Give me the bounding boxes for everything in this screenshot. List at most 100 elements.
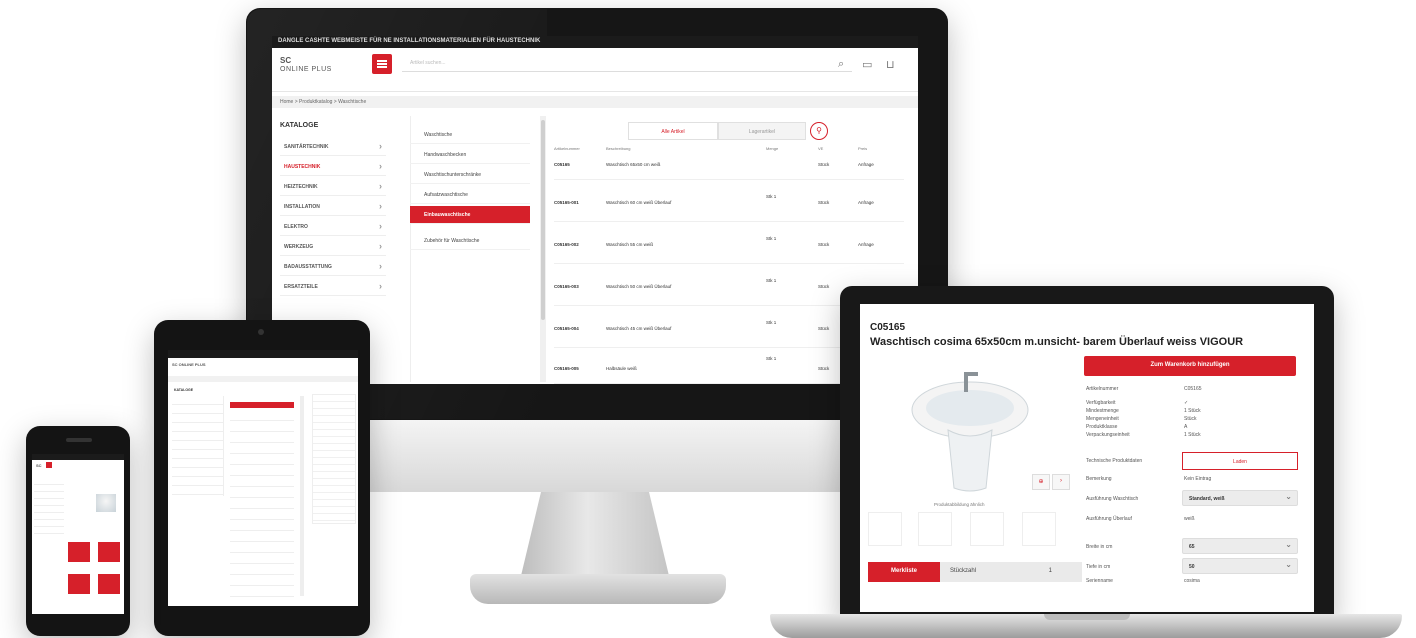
spec-value: A (1184, 424, 1188, 430)
cell-article-number: C05165-003 (554, 284, 579, 289)
table-row[interactable]: C05165-002 Waschtisch 55 cm weiß Stk 1 S… (554, 222, 904, 264)
tab-stock-items[interactable]: Lagerartikel (718, 122, 806, 140)
thumbnail[interactable] (1022, 512, 1056, 546)
cell-quantity[interactable]: Stk 1 (766, 236, 776, 241)
load-product-data-button[interactable]: Laden (1182, 452, 1298, 470)
spec-label: Artikelnummer (1086, 386, 1119, 392)
sidebar-item[interactable]: HAUSTECHNIK (280, 158, 386, 176)
thumbnail[interactable] (970, 512, 1004, 546)
depth-select[interactable]: 50 (1182, 558, 1298, 574)
sidebar-item[interactable]: INSTALLATION (280, 198, 386, 216)
table-row[interactable]: C05165 Waschtisch 65x50 cm weiß Stück An… (554, 154, 904, 180)
table-row[interactable]: C05165-001 Waschtisch 60 cm weiß Überlau… (554, 180, 904, 222)
column-header[interactable]: Preis (858, 146, 867, 151)
select-label: Ausführung Waschtisch (1086, 496, 1139, 502)
select-label: Ausführung Überlauf (1086, 516, 1132, 522)
next-image-button[interactable]: › (1052, 474, 1070, 490)
monitor-stand-foot (470, 574, 726, 604)
column-header[interactable]: Beschreibung (606, 146, 630, 151)
cell-quantity[interactable]: Stk 1 (766, 320, 776, 325)
sidebar-item[interactable]: SANITÄRTECHNIK (280, 138, 386, 156)
cell-price: Anfrage (858, 242, 874, 247)
product-code: C05165 (870, 322, 906, 333)
tablet-logo[interactable]: SC ONLINE PLUS (172, 362, 206, 367)
phone-tile[interactable] (68, 542, 90, 562)
select-value: weiß (1184, 516, 1195, 522)
phone-logo[interactable]: SC (36, 463, 42, 468)
sidebar-item[interactable]: ELEKTRO (280, 218, 386, 236)
cell-price: Anfrage (858, 200, 874, 205)
wishlist-button[interactable]: Merkliste (868, 562, 940, 582)
menu-button[interactable] (372, 54, 392, 74)
select-label: Breite in cm (1086, 544, 1113, 550)
series-value: cosima (1184, 578, 1200, 584)
quantity-field[interactable]: Stückzahl 1 (940, 562, 1082, 582)
tablet-breadcrumb (168, 376, 358, 382)
sidebar-item[interactable]: HEIZTECHNIK (280, 178, 386, 196)
filter-icon[interactable]: ⚲ (810, 122, 828, 140)
cell-unit: Stück (818, 366, 830, 371)
phone-product-image (96, 494, 116, 512)
cell-quantity[interactable]: Stk 1 (766, 278, 776, 283)
phone-tile[interactable] (98, 574, 120, 594)
cell-quantity[interactable]: Stk 1 (766, 356, 776, 361)
tablet-category-list[interactable] (230, 410, 294, 600)
phone-speaker (66, 438, 92, 442)
product-image (911, 372, 1029, 492)
width-select[interactable]: 65 (1182, 538, 1298, 554)
cell-quantity[interactable]: Stk 1 (766, 194, 776, 199)
spec-value: ✓ (1184, 400, 1189, 406)
category-item[interactable]: Waschtischunterschränke (410, 166, 530, 184)
column-header[interactable]: Menge (766, 146, 778, 151)
cell-article-number: C05165 (554, 162, 570, 167)
search-icon[interactable]: ⌕ (838, 58, 844, 71)
category-item-active[interactable]: Einbauwaschtische (410, 206, 530, 224)
phone-menu-button[interactable] (46, 462, 52, 468)
sidebar-item[interactable]: ERSATZTEILE (280, 278, 386, 296)
spec-value: C05165 (1184, 386, 1202, 392)
image-caption: Produktabbildung ähnlich (934, 502, 985, 507)
cart-icon[interactable]: ⊔ (886, 58, 895, 71)
tablet-sidebar-list[interactable] (172, 396, 224, 496)
tablet-screen: SC ONLINE PLUS KATALOGE (168, 350, 358, 606)
cell-unit: Stück (818, 162, 830, 167)
monitor-stand-neck (520, 492, 670, 580)
logo-text[interactable]: ONLINE PLUS (280, 66, 332, 73)
spec-value: 1 Stück (1184, 432, 1201, 438)
phone-menu-list[interactable] (34, 478, 64, 538)
tablet-camera (258, 329, 264, 335)
quantity-value: 1 (1048, 568, 1052, 574)
tablet-scrollbar[interactable] (300, 396, 304, 596)
cell-unit: Stück (818, 242, 830, 247)
breadcrumb[interactable]: Home > Produktkatalog > Waschtische (272, 96, 918, 108)
zoom-button[interactable]: ⊕ (1032, 474, 1050, 490)
phone-tile[interactable] (98, 542, 120, 562)
phone-screen: SC (32, 454, 124, 614)
phone-tile[interactable] (68, 574, 90, 594)
tab-all-items[interactable]: Alle Artikel (628, 122, 718, 140)
category-item[interactable]: Waschtische (410, 126, 530, 144)
add-to-cart-button[interactable]: Zum Warenkorb hinzufügen (1084, 356, 1296, 376)
category-item[interactable]: Aufsatzwaschtische (410, 186, 530, 204)
truck-icon[interactable]: ▭ (862, 58, 872, 71)
tablet-active-category[interactable] (230, 402, 294, 408)
category-item[interactable]: Handwaschbecken (410, 146, 530, 164)
cell-unit: Stück (818, 200, 830, 205)
spec-label: Verfügbarkeit (1086, 400, 1116, 406)
sidebar-item[interactable]: BADAUSSTATTUNG (280, 258, 386, 276)
category-item[interactable]: Zubehör für Waschtische (410, 232, 530, 250)
column-header[interactable]: Artikelnummer (554, 146, 580, 151)
thumbnail[interactable] (918, 512, 952, 546)
thumbnail[interactable] (868, 512, 902, 546)
sidebar-item[interactable]: WERKZEUG (280, 238, 386, 256)
logo-mark[interactable]: SC (280, 56, 291, 65)
scrollbar-thumb[interactable] (541, 120, 545, 320)
notes-value: Kein Eintrag (1184, 476, 1212, 482)
variant-select[interactable]: Standard, weiß (1182, 490, 1298, 506)
cell-article-number: C05165-004 (554, 326, 579, 331)
column-header[interactable]: VE (818, 146, 823, 151)
cell-description: Waschtisch 65x50 cm weiß (606, 162, 661, 167)
select-label: Tiefe in cm (1086, 564, 1111, 570)
spec-label: Mengeneinheit (1086, 416, 1119, 422)
search-input[interactable]: Artikel suchen... (402, 56, 852, 72)
